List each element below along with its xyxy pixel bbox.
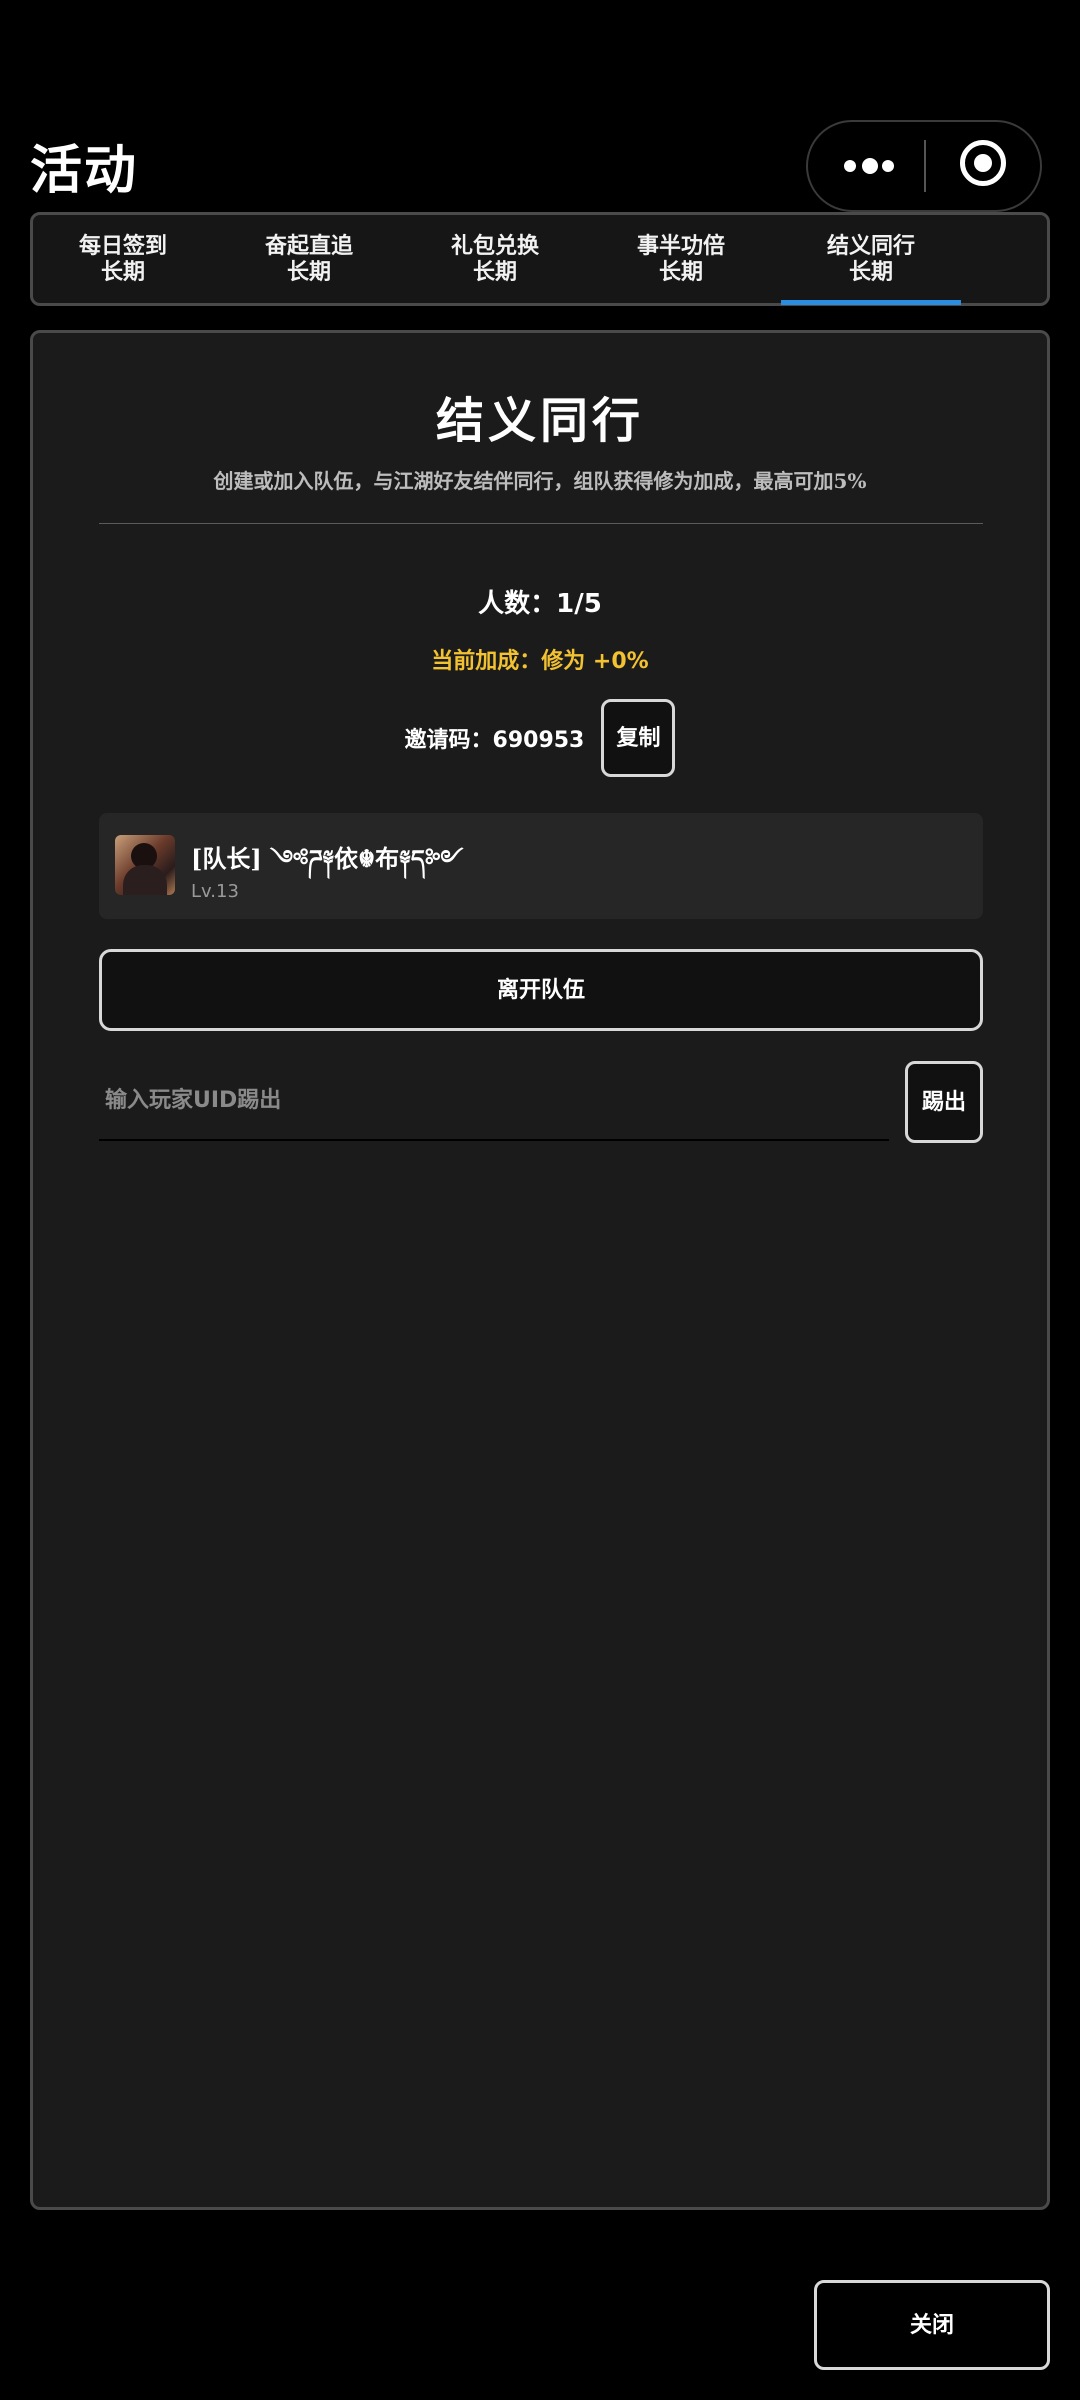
kick-button[interactable]: 踢出 — [905, 1061, 983, 1143]
tab-label: 结义同行 — [826, 233, 915, 259]
kick-uid-input[interactable] — [99, 1061, 889, 1141]
panel-description: 创建或加入队伍，与江湖好友结伴同行，组队获得修为加成，最高可加5% — [213, 469, 867, 493]
tab-label: 奋起直追 — [264, 233, 353, 259]
tab-label: 每日签到 — [78, 233, 167, 259]
tab-label: 事半功倍 — [636, 233, 725, 259]
tab-sub-label: 长期 — [286, 259, 331, 285]
more-dots-icon[interactable] — [808, 122, 924, 210]
tab-sub-label: 长期 — [658, 259, 703, 285]
team-panel: 结义同行 创建或加入队伍，与江湖好友结伴同行，组队获得修为加成，最高可加5% 人… — [30, 330, 1050, 2210]
invite-code: 邀请码：690953 — [404, 728, 585, 753]
member-count: 人数：1/5 — [478, 589, 602, 619]
member-card: [队长] ༺ཌ༈依☬布༈ད༻ Lv.13 — [99, 813, 983, 919]
mini-program-capsule — [806, 120, 1042, 212]
tab-sub-label: 长期 — [472, 259, 517, 285]
panel-title: 结义同行 — [435, 393, 644, 449]
capsule-divider — [924, 140, 926, 192]
tab-gift-redeem[interactable]: 礼包兑换 长期 — [405, 215, 585, 303]
tab-sub-label: 长期 — [100, 259, 145, 285]
copy-button[interactable]: 复制 — [601, 699, 676, 777]
tab-label: 礼包兑换 — [450, 233, 539, 259]
tab-double-efficiency[interactable]: 事半功倍 长期 — [591, 215, 771, 303]
tab-sub-label: 长期 — [848, 259, 893, 285]
avatar — [115, 835, 175, 895]
member-level: Lv.13 — [191, 881, 239, 902]
tab-sworn-companions[interactable]: 结义同行 长期 — [781, 215, 961, 305]
activity-tabs: 每日签到 长期 奋起直追 长期 礼包兑换 长期 事半功倍 长期 结义同行 长期 — [30, 212, 1050, 306]
invite-row: 邀请码：690953 复制 — [33, 699, 1047, 779]
tab-catch-up[interactable]: 奋起直追 长期 — [219, 215, 399, 303]
page-title: 活动 — [30, 140, 139, 201]
leave-team-button[interactable]: 离开队伍 — [99, 949, 983, 1031]
current-bonus: 当前加成：修为 +0% — [431, 649, 649, 674]
panel-divider — [99, 523, 983, 524]
target-circle-icon[interactable] — [960, 140, 1006, 186]
close-button[interactable]: 关闭 — [814, 2280, 1050, 2370]
tab-daily-checkin[interactable]: 每日签到 长期 — [33, 215, 213, 303]
